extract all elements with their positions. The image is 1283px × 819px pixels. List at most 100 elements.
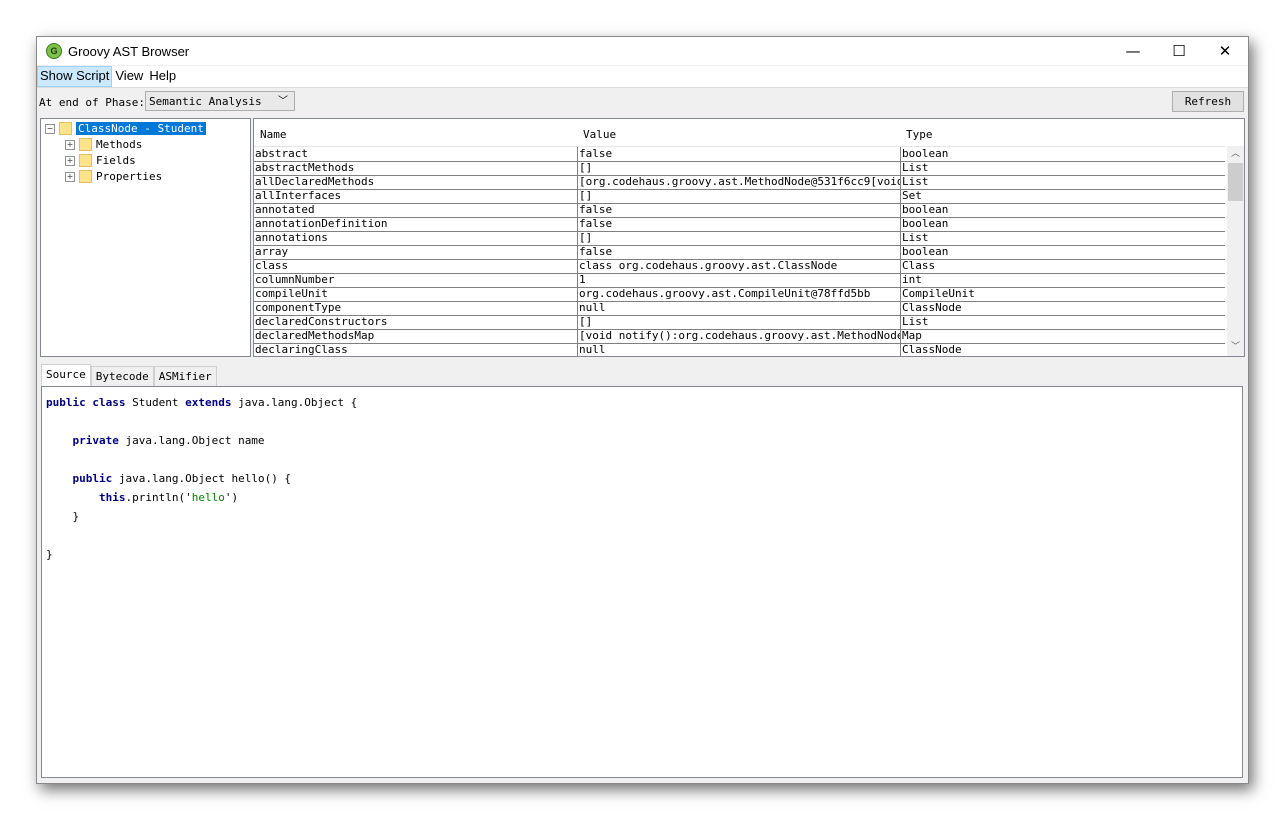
code-line: public class Student extends java.lang.O… (46, 396, 357, 415)
code-text: Student (125, 396, 186, 409)
refresh-button[interactable]: Refresh (1172, 91, 1244, 112)
tree-node-methods[interactable]: + Methods (65, 137, 142, 152)
column-header-value[interactable]: Value (583, 128, 616, 141)
vertical-scrollbar[interactable]: ︿ ﹀ (1227, 146, 1244, 356)
collapse-icon[interactable]: − (45, 123, 55, 134)
cell-type: int (900, 273, 1226, 287)
menu-view[interactable]: View (112, 66, 146, 87)
tab-bytecode[interactable]: Bytecode (90, 366, 154, 387)
minimize-button[interactable]: — (1110, 37, 1156, 65)
cell-type: List (900, 175, 1226, 189)
cell-name: allDeclaredMethods (255, 175, 375, 188)
tree-node-root[interactable]: − ClassNode - Student (45, 121, 206, 136)
cell-value: [] (577, 315, 901, 329)
cell-type: boolean (900, 217, 1226, 231)
cell-value: false (577, 217, 901, 231)
tree-node-label: ClassNode - Student (76, 122, 206, 135)
expand-icon[interactable]: + (65, 155, 75, 166)
maximize-button[interactable]: ☐ (1156, 37, 1202, 65)
cell-value: false (577, 245, 901, 259)
table-row[interactable]: componentType null ClassNode (254, 301, 1225, 316)
cell-name: array (255, 245, 289, 258)
tree-node-label: Methods (96, 138, 143, 151)
phase-label: At end of Phase: (39, 96, 145, 109)
menu-show-script[interactable]: Show Script (37, 66, 113, 87)
table-row[interactable]: abstractMethods [] List (254, 161, 1225, 176)
table-row[interactable]: declaredMethodsMap [void notify():org.cod… (254, 329, 1225, 344)
toolbar: At end of Phase: Semantic Analysis ﹀ Refr… (37, 89, 1248, 115)
menu-help[interactable]: Help (146, 66, 179, 87)
chevron-down-icon: ﹀ (278, 96, 288, 107)
column-header-type[interactable]: Type (906, 128, 933, 141)
cell-type: ClassNode (900, 343, 1226, 356)
tab-asmifier[interactable]: ASMifier (153, 366, 217, 387)
table-row[interactable]: declaringClass null ClassNode (254, 343, 1226, 356)
scroll-down-icon[interactable]: ﹀ (1227, 339, 1244, 356)
table-row[interactable]: array false boolean (254, 245, 1225, 260)
cell-type: Map (900, 329, 1226, 343)
cell-name: annotated (255, 203, 315, 216)
code-keyword: extends (185, 396, 232, 409)
cell-type: List (900, 161, 1226, 175)
table-row[interactable]: allInterfaces [] Set (254, 189, 1225, 204)
code-line: } (46, 510, 79, 529)
cell-type: Class (900, 259, 1226, 273)
tab-bar: Source Bytecode ASMifier (41, 364, 217, 387)
table-row[interactable]: annotated false boolean (254, 203, 1225, 218)
scroll-up-icon[interactable]: ︿ (1227, 146, 1244, 163)
cell-name: class (255, 259, 289, 272)
table-row[interactable]: class class org.codehaus.groovy.ast.Class… (254, 259, 1225, 274)
table-row[interactable]: annotations [] List (254, 231, 1225, 246)
cell-name: allInterfaces (255, 189, 342, 202)
source-editor[interactable]: public class Student extends java.lang.O… (41, 386, 1243, 778)
folder-icon (79, 170, 92, 183)
menu-bar: Show Script View Help (37, 66, 1248, 88)
cell-value: [void notify():org.codehaus.groovy.ast.M… (577, 329, 901, 343)
scrollbar-thumb[interactable] (1228, 163, 1243, 201)
cell-name: abstractMethods (255, 161, 355, 174)
column-header-name[interactable]: Name (260, 128, 287, 141)
cell-value: false (577, 147, 901, 161)
code-line: private java.lang.Object name (46, 434, 265, 453)
cell-value: null (577, 343, 901, 356)
code-keyword: public (72, 472, 113, 485)
tree-node-properties[interactable]: + Properties (65, 169, 162, 184)
phase-value: Semantic Analysis (149, 95, 262, 108)
tab-source[interactable]: Source (41, 364, 91, 387)
expand-icon[interactable]: + (65, 139, 75, 150)
cell-name: columnNumber (255, 273, 335, 286)
cell-name: declaredMethodsMap (255, 329, 375, 342)
table-row[interactable]: compileUnit org.codehaus.groovy.ast.Compi… (254, 287, 1225, 302)
ast-tree: − ClassNode - Student + Methods + Fields + P… (40, 118, 251, 357)
close-button[interactable]: ✕ (1202, 37, 1248, 65)
cell-value: [] (577, 161, 901, 175)
table-row[interactable]: declaredConstructors [] List (254, 315, 1225, 330)
title-bar: G Groovy AST Browser — ☐ ✕ (37, 37, 1248, 65)
table-row[interactable]: abstract false boolean (254, 147, 1225, 162)
code-keyword: this (98, 491, 126, 504)
table-row[interactable]: allDeclaredMethods [org.codehaus.groovy.a… (254, 175, 1225, 190)
tree-node-label: Properties (96, 170, 163, 183)
table-row[interactable]: annotationDefinition false boolean (254, 217, 1225, 232)
properties-table: Name Value Type abstract false boolean abst… (253, 118, 1245, 357)
code-keyword: private (72, 434, 119, 447)
phase-select[interactable]: Semantic Analysis ﹀ (145, 91, 295, 111)
window-title: Groovy AST Browser (68, 43, 190, 59)
table-header: Name Value Type (254, 119, 1225, 147)
cell-value: 1 (577, 273, 901, 287)
code-line: public java.lang.Object hello() { (46, 472, 292, 491)
cell-value: [org.codehaus.groovy.ast.MethodNode@531f… (577, 175, 901, 189)
code-line: } (46, 548, 53, 567)
cell-type: boolean (900, 147, 1226, 161)
cell-type: boolean (900, 203, 1226, 217)
app-window: G Groovy AST Browser — ☐ ✕ Show Script V… (36, 36, 1249, 784)
folder-icon (79, 154, 92, 167)
expand-icon[interactable]: + (65, 171, 75, 182)
table-row[interactable]: columnNumber 1 int (254, 273, 1225, 288)
code-line: this.println('hello') (46, 491, 238, 510)
cell-type: Set (900, 189, 1226, 203)
tree-node-fields[interactable]: + Fields (65, 153, 136, 168)
